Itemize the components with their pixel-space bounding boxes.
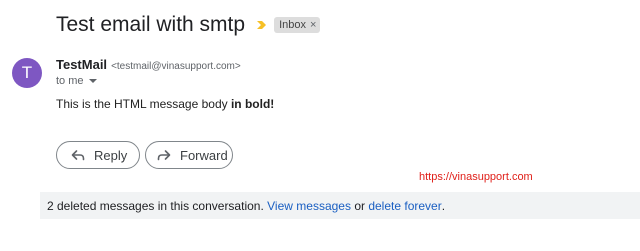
forward-arrow-icon bbox=[157, 149, 171, 161]
deleted-notice-or: or bbox=[354, 198, 365, 213]
reply-button[interactable]: Reply bbox=[56, 141, 140, 169]
forward-label: Forward bbox=[180, 147, 228, 163]
sender-name[interactable]: TestMail bbox=[56, 57, 107, 72]
caret-down-icon bbox=[88, 79, 97, 83]
deleted-notice-text: 2 deleted messages in this conversation. bbox=[47, 198, 264, 213]
inbox-label-chip: Inbox × bbox=[274, 17, 321, 33]
message-body: This is the HTML message body in bold! bbox=[56, 97, 274, 111]
recipient-text: to me bbox=[56, 75, 84, 87]
forward-button[interactable]: Forward bbox=[145, 141, 233, 169]
message-body-bold: in bold! bbox=[230, 97, 275, 111]
sender-line: TestMail <testmail@vinasupport.com> bbox=[56, 57, 241, 72]
deleted-messages-notice: 2 deleted messages in this conversation.… bbox=[40, 192, 640, 219]
remove-label-icon[interactable]: × bbox=[310, 19, 316, 31]
delete-forever-link[interactable]: delete forever bbox=[368, 199, 441, 213]
site-watermark: https://vinasupport.com bbox=[419, 171, 533, 183]
message-body-text: This is the HTML message body bbox=[56, 97, 231, 111]
importance-marker-icon[interactable] bbox=[256, 18, 268, 32]
email-subject: Test email with smtp bbox=[56, 13, 246, 36]
reply-arrow-icon bbox=[71, 149, 85, 161]
reply-label: Reply bbox=[94, 147, 128, 163]
view-messages-link[interactable]: View messages bbox=[267, 199, 351, 213]
deleted-notice-period: . bbox=[441, 198, 446, 213]
sender-email: <testmail@vinasupport.com> bbox=[111, 61, 241, 72]
subject-row: Test email with smtp Inbox × bbox=[56, 10, 321, 40]
label-name: Inbox bbox=[279, 19, 306, 31]
sender-avatar[interactable]: T bbox=[12, 58, 42, 88]
recipient-details-toggle[interactable]: to me bbox=[56, 75, 97, 87]
